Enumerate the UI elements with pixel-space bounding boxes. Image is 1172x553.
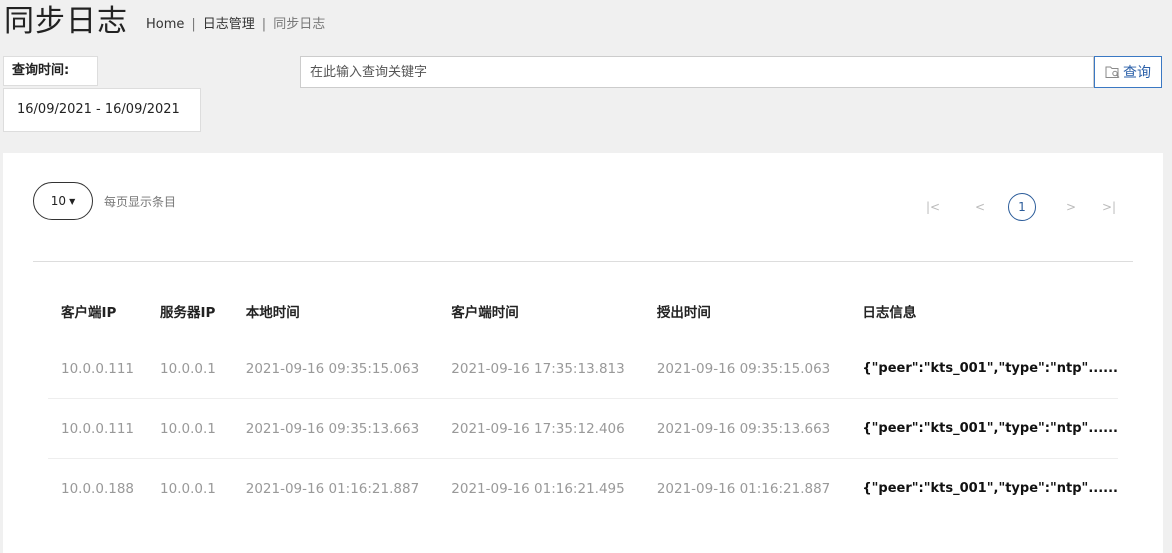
table-header-row: 客户端IP 服务器IP 本地时间 客户端时间 授出时间 日志信息 — [48, 283, 1118, 339]
breadcrumb: Home | 日志管理 | 同步日志 — [146, 14, 325, 36]
table-row: 10.0.0.111 10.0.0.1 2021-09-16 09:35:13.… — [48, 398, 1118, 459]
divider — [33, 261, 1133, 262]
cell-log-info[interactable]: {"peer":"kts_001","type":"ntp"...... — [849, 339, 1118, 399]
search-button-label: 查询 — [1123, 65, 1151, 81]
breadcrumb-current: 同步日志 — [273, 17, 326, 32]
sync-log-table: 客户端IP 服务器IP 本地时间 客户端时间 授出时间 日志信息 10.0.0.… — [48, 283, 1118, 518]
pagination-last-button[interactable]: >| — [1094, 200, 1124, 214]
cell-server-ip: 10.0.0.1 — [147, 398, 233, 459]
breadcrumb-section-link[interactable]: 日志管理 — [203, 14, 255, 36]
query-time-label: 查询时间: — [3, 56, 98, 86]
cell-client-time: 2021-09-16 01:16:21.495 — [438, 458, 644, 518]
cell-serve-time: 2021-09-16 09:35:13.663 — [643, 398, 850, 459]
search-input[interactable] — [300, 56, 1094, 88]
caret-down-icon: ▼ — [69, 196, 76, 206]
cell-server-ip: 10.0.0.1 — [160, 360, 216, 377]
cell-client-time: 2021-09-16 17:35:12.406 — [438, 398, 644, 459]
cell-serve-time: 2021-09-16 09:35:15.063 — [656, 360, 831, 377]
page-size-value: 10 — [50, 194, 67, 208]
breadcrumb-home-link[interactable]: Home — [146, 14, 184, 36]
log-panel: 10 ▼ 每页显示条目 |< < 1 > >| 客户端IP 服务器IP 本地时间… — [3, 153, 1163, 553]
page-header: 同步日志 Home | 日志管理 | 同步日志 — [4, 0, 325, 40]
cell-client-ip: 10.0.0.111 — [48, 398, 148, 459]
cell-local-time: 2021-09-16 01:16:21.887 — [232, 458, 439, 518]
pagination-next-button[interactable]: > — [1051, 200, 1091, 214]
column-header-server-ip[interactable]: 服务器IP — [147, 283, 233, 339]
folder-search-icon — [1105, 65, 1121, 79]
column-header-serve-time[interactable]: 授出时间 — [644, 283, 850, 339]
breadcrumb-separator: | — [261, 17, 267, 32]
cell-client-ip: 10.0.0.111 — [61, 360, 134, 377]
column-header-log-info[interactable]: 日志信息 — [849, 283, 1118, 339]
cell-server-ip: 10.0.0.1 — [147, 458, 233, 518]
pagination: |< < 1 > >| — [918, 190, 1124, 224]
breadcrumb-separator: | — [191, 17, 196, 32]
pagination-prev-button[interactable]: < — [960, 200, 1000, 214]
page-title: 同步日志 — [4, 4, 128, 39]
column-header-local-time[interactable]: 本地时间 — [233, 283, 439, 339]
page-size-select[interactable]: 10 ▼ — [33, 182, 93, 220]
cell-client-time: 2021-09-16 17:35:13.813 — [451, 360, 625, 377]
table-row: 10.0.0.188 10.0.0.1 2021-09-16 01:16:21.… — [48, 458, 1118, 518]
date-range-picker[interactable]: 16/09/2021 - 16/09/2021 — [3, 88, 201, 132]
search-button[interactable]: 查询 — [1094, 56, 1162, 88]
cell-serve-time: 2021-09-16 01:16:21.887 — [643, 458, 850, 518]
cell-local-time: 2021-09-16 09:35:13.663 — [232, 398, 439, 459]
column-header-client-time[interactable]: 客户端时间 — [438, 283, 644, 339]
pagination-page-1[interactable]: 1 — [1008, 193, 1036, 221]
table-row: 10.0.0.111 10.0.0.1 2021-09-16 09:35:15.… — [48, 339, 1118, 399]
cell-local-time: 2021-09-16 09:35:15.063 — [245, 360, 420, 377]
pagination-first-button[interactable]: |< — [918, 200, 948, 214]
cell-client-ip: 10.0.0.188 — [48, 458, 148, 518]
page-size-label: 每页显示条目 — [104, 195, 177, 209]
column-header-client-ip[interactable]: 客户端IP — [48, 283, 147, 339]
cell-log-info[interactable]: {"peer":"kts_001","type":"ntp"...... — [849, 398, 1118, 459]
cell-log-info[interactable]: {"peer":"kts_001","type":"ntp"...... — [849, 458, 1118, 518]
